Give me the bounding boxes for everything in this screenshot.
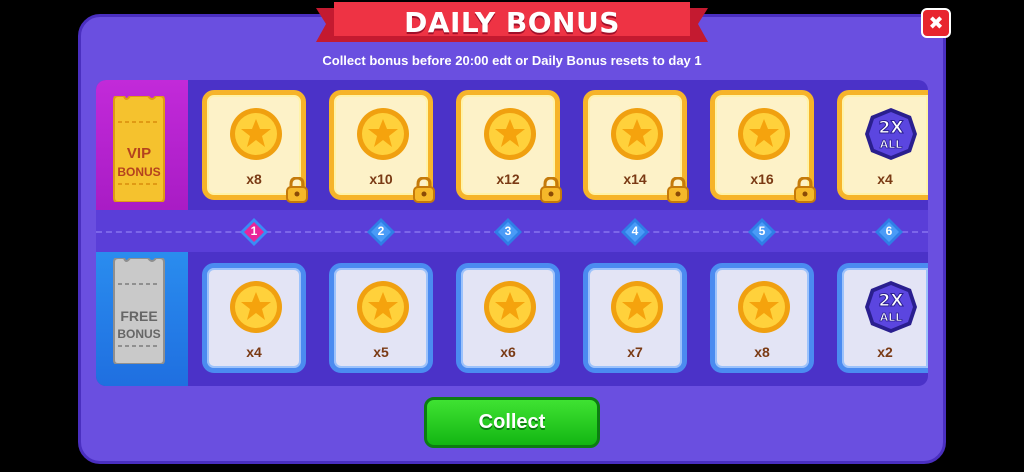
reward-quantity: x6 xyxy=(500,344,516,360)
day-number: 4 xyxy=(631,224,639,238)
vip-reward-card[interactable]: x8 xyxy=(202,90,308,203)
free-ticket-icon: FREE BONUS xyxy=(110,257,168,365)
day-number: 6 xyxy=(885,224,893,238)
2x-all-badge-icon: 2X ALL xyxy=(865,108,917,160)
lock-icon xyxy=(794,177,816,203)
collect-button[interactable]: Collect xyxy=(424,397,600,448)
badge-text-all: ALL xyxy=(880,311,903,324)
day-number: 5 xyxy=(758,224,766,238)
vip-reward-card[interactable]: x14 xyxy=(583,90,689,203)
coin-icon xyxy=(357,281,409,333)
free-reward-card[interactable]: x5 xyxy=(329,263,433,373)
vip-label-line2: BONUS xyxy=(117,165,161,179)
badge-text-all: ALL xyxy=(880,138,903,151)
day-marker: 2 xyxy=(367,218,395,246)
free-reward-card[interactable]: 2X ALL x2 xyxy=(837,263,928,373)
free-label-line1: FREE xyxy=(120,308,158,324)
day-number: 3 xyxy=(504,224,512,238)
day-number: 2 xyxy=(377,224,385,238)
vip-reward-card[interactable]: 2X ALL x4 xyxy=(837,90,928,200)
lock-icon xyxy=(286,177,308,203)
coin-icon xyxy=(611,281,663,333)
lock-icon xyxy=(413,177,435,203)
coin-icon xyxy=(230,108,282,160)
reward-quantity: x8 xyxy=(754,344,770,360)
free-reward-card[interactable]: x7 xyxy=(583,263,687,373)
day-marker-current: 1 xyxy=(240,218,268,246)
2x-all-badge-icon: 2X ALL xyxy=(865,281,917,333)
vip-reward-card[interactable]: x16 xyxy=(710,90,816,203)
reward-quantity: x5 xyxy=(373,344,389,360)
free-label-line2: BONUS xyxy=(117,327,161,341)
coin-icon xyxy=(611,108,663,160)
coin-icon xyxy=(738,281,790,333)
title-ribbon: DAILY BONUS xyxy=(316,2,708,46)
reward-quantity: x2 xyxy=(877,344,893,360)
day-marker: 5 xyxy=(748,218,776,246)
lock-icon xyxy=(667,177,689,203)
badge-text-2x: 2X xyxy=(879,118,904,138)
day-marker: 3 xyxy=(494,218,522,246)
day-number: 1 xyxy=(250,224,258,238)
coin-icon xyxy=(738,108,790,160)
day-marker: 4 xyxy=(621,218,649,246)
close-icon: ✖ xyxy=(928,12,944,34)
vip-ticket-icon: VIP BONUS xyxy=(110,95,168,203)
vip-reward-card[interactable]: x12 xyxy=(456,90,562,203)
vip-reward-card[interactable]: x10 xyxy=(329,90,435,203)
reward-quantity: x4 xyxy=(877,171,893,187)
coin-icon xyxy=(357,108,409,160)
day-marker: 6 xyxy=(875,218,903,246)
free-reward-card[interactable]: x6 xyxy=(456,263,560,373)
lock-icon xyxy=(540,177,562,203)
vip-label-line1: VIP xyxy=(126,145,152,162)
close-button[interactable]: ✖ xyxy=(921,8,951,38)
reward-quantity: x4 xyxy=(246,344,262,360)
reset-notice: Collect bonus before 20:00 edt or Daily … xyxy=(322,53,702,68)
free-reward-card[interactable]: x4 xyxy=(202,263,306,373)
free-reward-card[interactable]: x8 xyxy=(710,263,814,373)
coin-icon xyxy=(230,281,282,333)
page-title: DAILY BONUS xyxy=(404,6,620,39)
coin-icon xyxy=(484,281,536,333)
coin-icon xyxy=(484,108,536,160)
badge-text-2x: 2X xyxy=(879,291,904,311)
reward-quantity: x7 xyxy=(627,344,643,360)
